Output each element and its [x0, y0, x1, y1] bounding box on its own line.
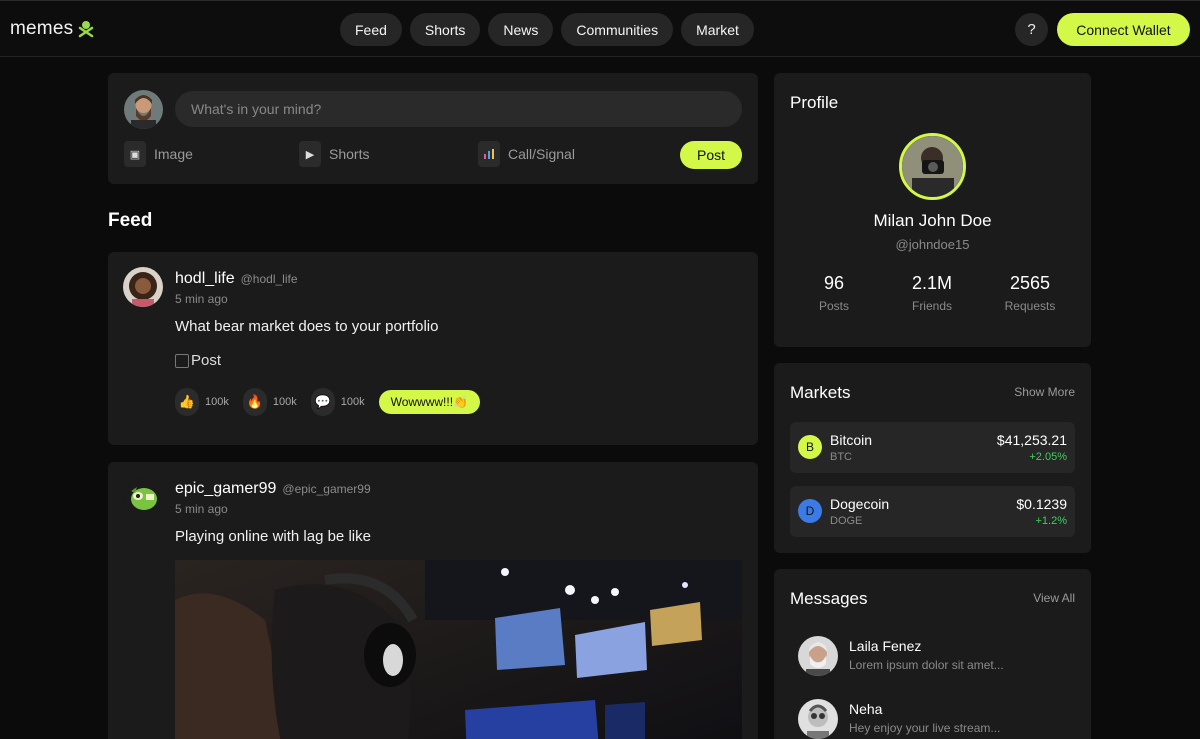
- markets-title: Markets: [790, 383, 851, 402]
- message-sender: Neha: [849, 701, 883, 717]
- profile-handle: @johndoe15: [895, 237, 970, 252]
- reaction-like[interactable]: 👍 100k: [175, 388, 229, 416]
- post-text: What bear market does to your portfolio: [175, 318, 439, 335]
- composer-avatar[interactable]: [124, 90, 163, 129]
- post-image[interactable]: [175, 560, 742, 739]
- clapper-icon: ▶: [299, 141, 321, 167]
- stat-value: 2565: [1009, 273, 1051, 293]
- nav-tab-feed[interactable]: Feed: [340, 13, 402, 46]
- market-symbol: BTC: [830, 451, 852, 463]
- market-change: +1.2%: [1035, 515, 1068, 527]
- comment-icon: 💬: [310, 388, 335, 416]
- reaction-fire[interactable]: 🔥 100k: [242, 388, 297, 416]
- market-symbol: DOGE: [830, 515, 863, 527]
- fire-icon: 🔥: [242, 388, 267, 416]
- call-signal-action-label: Call/Signal: [508, 146, 575, 162]
- post-author-handle: @epic_gamer99: [282, 482, 371, 496]
- view-all-link[interactable]: View All: [1033, 591, 1075, 605]
- stat-friends[interactable]: 2.1M Friends: [882, 273, 982, 313]
- reaction-badge[interactable]: Wowwww!!!👏: [378, 390, 480, 414]
- markets-card: Markets Show More B Bitcoin BTC $41,253.…: [774, 363, 1091, 553]
- profile-avatar[interactable]: [899, 133, 966, 200]
- post-author-name: hodl_life: [175, 270, 235, 287]
- post-reactions: 👍 100k 🔥 100k 💬 100k Wowwww!!!👏: [175, 388, 480, 416]
- post-author[interactable]: hodl_life @hodl_life: [175, 270, 298, 288]
- stat-requests[interactable]: 2565 Requests: [980, 273, 1080, 313]
- stat-label: Friends: [911, 299, 952, 313]
- stat-posts[interactable]: 96 Posts: [784, 273, 884, 313]
- feed-post: hodl_life @hodl_life 5 min ago What bear …: [108, 252, 758, 445]
- post-image-alt: Post: [191, 352, 222, 369]
- stat-value: 2.1M: [911, 273, 953, 293]
- reaction-count: 100k: [340, 396, 365, 408]
- image-action-label: Image: [154, 146, 193, 162]
- help-button[interactable]: ?: [1015, 13, 1048, 46]
- feed-post: epic_gamer99 @epic_gamer99 5 min ago Play…: [108, 462, 758, 739]
- logo[interactable]: memes: [10, 18, 95, 40]
- reaction-count: 100k: [272, 396, 297, 408]
- market-row-dogecoin[interactable]: D Dogecoin DOGE $0.1239 +1.2%: [790, 486, 1075, 537]
- top-bar: memes Feed Shorts News Communities Marke…: [0, 0, 1200, 57]
- connect-wallet-button[interactable]: Connect Wallet: [1057, 13, 1190, 46]
- stat-label: Posts: [818, 299, 849, 313]
- dogecoin-icon: D: [798, 499, 822, 523]
- shorts-action[interactable]: ▶ Shorts: [299, 141, 369, 167]
- message-avatar: [798, 699, 838, 739]
- post-author-avatar[interactable]: [123, 477, 163, 517]
- feed-title: Feed: [108, 210, 153, 231]
- market-price: $0.1239: [1016, 496, 1067, 512]
- bar-chart-icon: [478, 141, 500, 167]
- image-icon: ▣: [124, 141, 146, 167]
- main-nav: Feed Shorts News Communities Market: [340, 13, 754, 46]
- messages-title: Messages: [790, 589, 868, 608]
- messages-card: Messages View All Laila Fenez Lorem ipsu…: [774, 569, 1091, 739]
- market-change: +2.05%: [1029, 451, 1067, 463]
- bitcoin-icon: B: [798, 435, 822, 459]
- post-text: Playing online with lag be like: [175, 528, 371, 545]
- post-composer: ▣ Image ▶ Shorts Call/Signal Post: [108, 73, 758, 184]
- profile-title: Profile: [790, 93, 839, 112]
- stat-value: 96: [823, 273, 845, 293]
- nav-tab-shorts[interactable]: Shorts: [409, 13, 481, 46]
- stat-label: Requests: [1004, 299, 1056, 313]
- thumbs-up-icon: 👍: [175, 388, 199, 416]
- reaction-count: 100k: [205, 396, 229, 408]
- image-action[interactable]: ▣ Image: [124, 141, 193, 167]
- market-price: $41,253.21: [996, 432, 1067, 448]
- nav-tab-communities[interactable]: Communities: [561, 13, 674, 46]
- message-preview: Hey enjoy your live stream...: [849, 721, 1001, 735]
- market-row-bitcoin[interactable]: B Bitcoin BTC $41,253.21 +2.05%: [790, 422, 1075, 473]
- post-button[interactable]: Post: [680, 141, 742, 169]
- profile-name: Milan John Doe: [873, 211, 992, 230]
- logo-text: memes: [10, 18, 74, 39]
- shorts-action-label: Shorts: [329, 146, 370, 162]
- message-sender: Laila Fenez: [849, 638, 922, 654]
- post-input[interactable]: [175, 91, 742, 127]
- market-name: Dogecoin: [830, 496, 890, 512]
- post-timestamp: 5 min ago: [175, 502, 228, 516]
- message-avatar: [798, 636, 838, 676]
- reaction-comment[interactable]: 💬 100k: [310, 388, 365, 416]
- post-author-handle: @hodl_life: [240, 272, 298, 286]
- show-more-link[interactable]: Show More: [1014, 385, 1075, 399]
- profile-card: Profile Milan John Doe @johndoe15 96 Pos…: [774, 73, 1091, 347]
- market-name: Bitcoin: [830, 432, 873, 448]
- post-image-broken: Post: [175, 352, 221, 369]
- post-author-name: epic_gamer99: [175, 480, 277, 497]
- message-row[interactable]: Laila Fenez Lorem ipsum dolor sit amet..…: [798, 636, 1068, 678]
- post-author[interactable]: epic_gamer99 @epic_gamer99: [175, 480, 371, 498]
- post-author-avatar[interactable]: [123, 267, 163, 307]
- broken-image-icon: [175, 353, 189, 368]
- message-preview: Lorem ipsum dolor sit amet...: [849, 658, 1004, 672]
- post-timestamp: 5 min ago: [175, 292, 228, 306]
- logo-icon: [79, 21, 94, 38]
- message-row[interactable]: Neha Hey enjoy your live stream...: [798, 699, 1068, 739]
- nav-tab-news[interactable]: News: [488, 13, 554, 46]
- nav-tab-market[interactable]: Market: [681, 13, 754, 46]
- call-signal-action[interactable]: Call/Signal: [478, 141, 575, 167]
